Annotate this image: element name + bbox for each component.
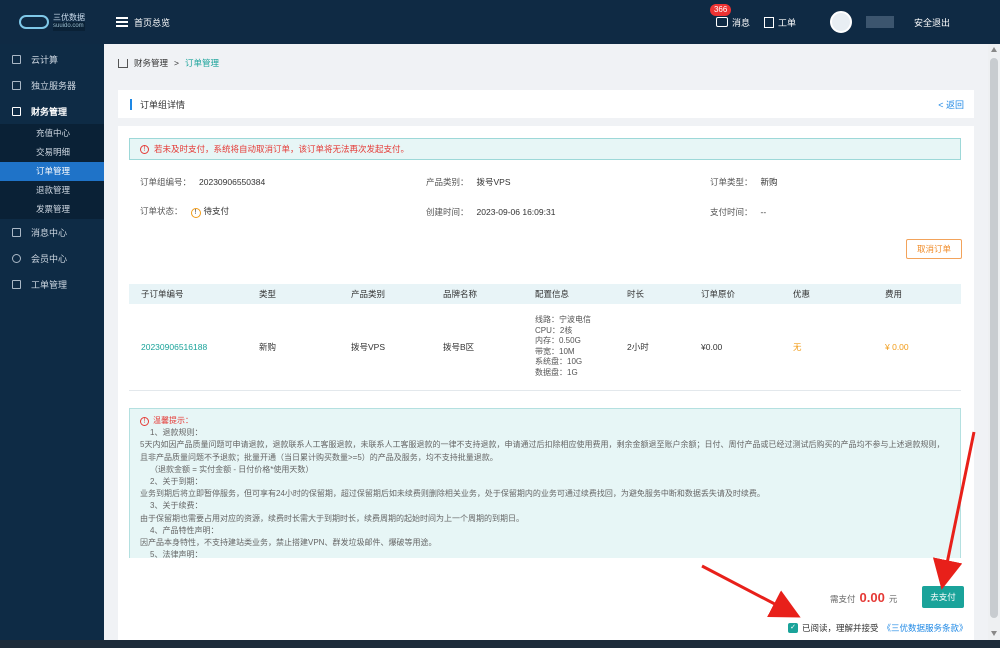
field-label: 订单状态： xyxy=(140,206,183,216)
ticket-icon xyxy=(763,16,774,28)
avatar[interactable] xyxy=(829,11,852,33)
logo-domain: suuido.com xyxy=(53,22,85,31)
terms-agreement: ✓ 已阅读，理解并接受 《三优数据服务条款》 xyxy=(788,622,968,634)
sidebar: 云计算 独立服务器 财务管理 充值中心 交易明细 订单管理 退款管理 发票管理 … xyxy=(0,44,104,640)
page-scrollbar[interactable] xyxy=(988,44,1000,640)
warning-text: 若未及时支付，系统将自动取消订单，该订单将无法再次发起支付。 xyxy=(154,144,410,154)
cancel-order-button[interactable]: 取消订单 xyxy=(906,239,962,259)
panel-header: 订单组详情 < 返回 xyxy=(118,90,974,118)
agree-text: 已阅读，理解并接受 xyxy=(802,623,879,633)
sidebar-item-invoices[interactable]: 发票管理 xyxy=(0,200,104,219)
paid-time: 支付时间： -- xyxy=(710,206,766,218)
messages-label: 消息 xyxy=(731,17,750,28)
sidebar-item-message-center[interactable]: 消息中心 xyxy=(0,219,104,245)
field-label: 创建时间： xyxy=(426,207,469,217)
tickets-button[interactable]: 工单 xyxy=(763,16,796,29)
finance-icon xyxy=(12,106,21,116)
field-label: 订单类型： xyxy=(710,177,753,187)
payment-warning: ! 若未及时支付，系统将自动取消订单，该订单将无法再次发起支付。 xyxy=(129,138,961,160)
top-bar: 三优数据 suuido.com 首页总览 366 消息 工单 安全退出 xyxy=(0,0,1000,44)
scroll-down-icon[interactable] xyxy=(991,631,997,636)
field-label: 支付时间： xyxy=(710,207,753,217)
order-group-number: 订单组编号： 20230906550384 xyxy=(140,176,265,188)
order-detail-card: ! 若未及时支付，系统将自动取消订单，该订单将无法再次发起支付。 订单组编号： 2… xyxy=(118,126,974,558)
due-unit: 元 xyxy=(888,594,898,604)
user-icon xyxy=(12,253,21,263)
sidebar-item-label: 会员中心 xyxy=(31,253,68,264)
title-accent-bar xyxy=(130,98,132,110)
cloud-icon xyxy=(12,54,21,64)
sidebar-item-orders[interactable]: 订单管理 xyxy=(0,162,104,181)
pay-button[interactable]: 去支付 xyxy=(922,586,964,608)
breadcrumb: 财务管理 > 订单管理 xyxy=(104,44,988,82)
sidebar-item-label: 工单管理 xyxy=(31,279,68,290)
username-redacted xyxy=(865,16,894,28)
message-count-badge: 366 xyxy=(709,3,732,16)
due-label: 需支付 xyxy=(830,594,856,604)
logout-link[interactable]: 安全退出 xyxy=(914,16,950,29)
created-time: 创建时间： 2023-09-06 16:09:31 xyxy=(426,206,555,218)
agree-checkbox[interactable]: ✓ xyxy=(788,623,798,633)
breadcrumb-root[interactable]: 财务管理 xyxy=(134,57,168,69)
sidebar-item-finance[interactable]: 财务管理 xyxy=(0,98,104,124)
field-value: -- xyxy=(760,207,767,217)
server-icon xyxy=(12,80,21,90)
breadcrumb-current: 订单管理 xyxy=(184,58,219,68)
sidebar-item-label: 独立服务器 xyxy=(31,80,77,91)
sidebar-item-member-center[interactable]: 会员中心 xyxy=(0,245,104,271)
status-badge: ! 待支付 xyxy=(190,206,230,218)
sidebar-item-cloud[interactable]: 云计算 xyxy=(0,46,104,72)
sidebar-item-transactions[interactable]: 交易明细 xyxy=(0,143,104,162)
os-taskbar xyxy=(0,640,1000,648)
field-value: 20230906550384 xyxy=(199,177,266,187)
main-content: 财务管理 > 订单管理 订单组详情 < 返回 ! 若未及时支付，系统将自动取消订… xyxy=(104,44,988,640)
scroll-up-icon[interactable] xyxy=(991,47,997,52)
due-amount: 0.00 xyxy=(859,590,885,605)
field-label: 产品类别： xyxy=(426,177,469,187)
payment-bar: 需支付 0.00 元 去支付 ✓ 已阅读，理解并接受 《三优数据服务条款》 xyxy=(118,558,974,640)
logo-name: 三优数据 xyxy=(53,13,85,22)
message-icon xyxy=(715,17,728,27)
cloud-logo-icon xyxy=(19,15,49,29)
sidebar-item-label: 财务管理 xyxy=(31,106,68,117)
page-title: 订单组详情 xyxy=(140,99,186,110)
status-text: 待支付 xyxy=(203,206,230,216)
scrollbar-thumb[interactable] xyxy=(990,58,998,618)
field-value: 新购 xyxy=(760,177,778,187)
sidebar-item-recharge[interactable]: 充值中心 xyxy=(0,124,104,143)
sidebar-item-dedicated-server[interactable]: 独立服务器 xyxy=(0,72,104,98)
back-link[interactable]: < 返回 xyxy=(938,98,964,111)
sidebar-item-ticket-management[interactable]: 工单管理 xyxy=(0,271,104,297)
field-label: 订单组编号： xyxy=(140,177,192,187)
field-value: 2023-09-06 16:09:31 xyxy=(476,207,556,217)
messages-button[interactable]: 366 消息 xyxy=(709,3,750,29)
order-status: 订单状态：! 待支付 xyxy=(140,205,229,218)
sidebar-item-label: 云计算 xyxy=(31,54,59,65)
menu-toggle-button[interactable]: 首页总览 xyxy=(116,16,170,29)
breadcrumb-separator: > xyxy=(174,58,179,68)
pending-icon: ! xyxy=(190,208,201,218)
logo[interactable]: 三优数据 suuido.com xyxy=(0,0,104,44)
finance-submenu: 充值中心 交易明细 订单管理 退款管理 发票管理 xyxy=(0,124,104,219)
product-category: 产品类别： 拨号VPS xyxy=(426,176,511,188)
home-overview-link[interactable]: 首页总览 xyxy=(134,16,170,29)
ticket-icon xyxy=(12,279,21,289)
message-icon xyxy=(12,227,21,237)
sidebar-item-refunds[interactable]: 退款管理 xyxy=(0,181,104,200)
hamburger-icon xyxy=(116,17,128,27)
tickets-label: 工单 xyxy=(777,17,796,28)
terms-link[interactable]: 《三优数据服务条款》 xyxy=(883,622,968,634)
field-value: 拨号VPS xyxy=(476,177,511,187)
amount-due: 需支付 0.00 元 xyxy=(830,590,897,605)
order-type: 订单类型： 新购 xyxy=(710,176,778,188)
home-icon[interactable] xyxy=(118,58,128,68)
sidebar-item-label: 消息中心 xyxy=(31,227,68,238)
warning-icon: ! xyxy=(140,144,149,154)
